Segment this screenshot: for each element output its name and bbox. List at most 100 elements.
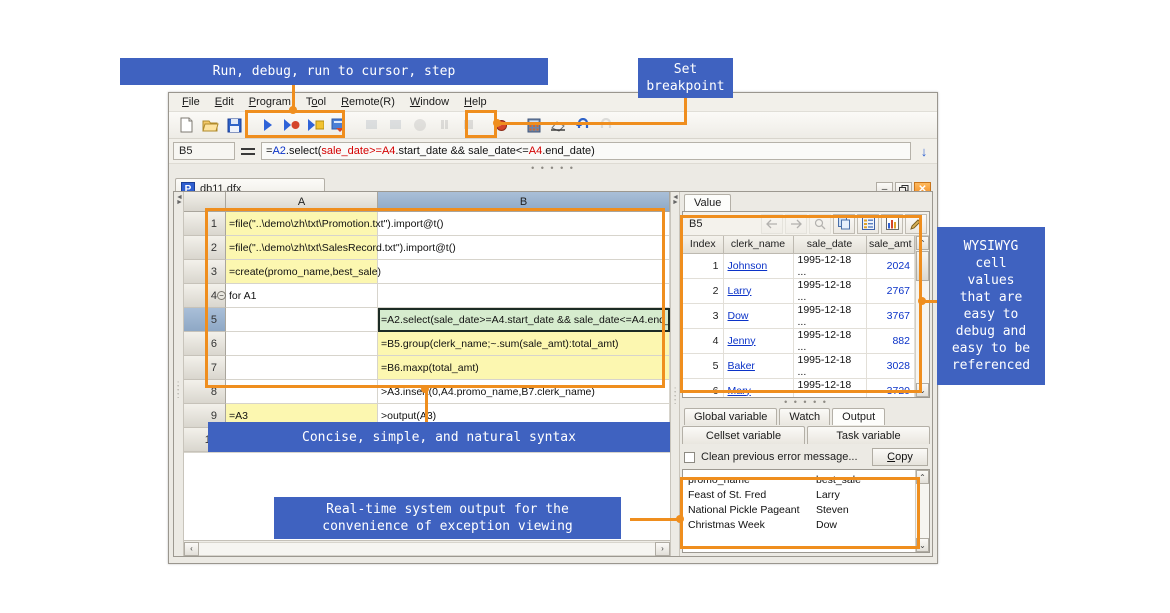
hscroll-track[interactable] [199, 541, 655, 556]
output-line: promo_name best_sale [688, 473, 910, 488]
menu-item-file[interactable]: File [175, 94, 207, 110]
splitter-grip-dots[interactable]: :::: [674, 386, 676, 406]
chevron-down-icon[interactable]: ↓ [915, 144, 933, 159]
col-sale-date[interactable]: sale_date [793, 236, 867, 254]
run-icon[interactable] [256, 115, 278, 136]
cell-a1[interactable]: =file("..\demo\zh\txt\Promotion.txt").im… [226, 212, 443, 236]
cell-a8[interactable] [226, 380, 378, 404]
cell-a3[interactable]: =create(promo_name,best_sale) [226, 260, 381, 284]
cell-clerk-name[interactable]: Jenny [723, 328, 794, 354]
cell-clerk-name[interactable]: Larry [723, 278, 794, 304]
cell-a7[interactable] [226, 356, 378, 380]
row-header-6[interactable]: 6 [184, 332, 226, 356]
cell-clerk-name[interactable]: Johnson [723, 253, 794, 279]
tab-task-variable[interactable]: Task variable [807, 426, 930, 444]
gutter-grip-dots[interactable]: :::: [177, 380, 179, 400]
tab-value[interactable]: Value [684, 194, 732, 211]
row-header-8[interactable]: 8 [184, 380, 226, 404]
horizontal-splitter[interactable]: • • • • • [169, 164, 937, 173]
list-icon[interactable] [857, 213, 879, 234]
table-row[interactable]: 2 Larry 1995-12-18 ... 2767 [683, 278, 915, 304]
gutter-collapse-arrows[interactable]: ◄ ► [176, 194, 183, 206]
grid-empty-area[interactable] [184, 452, 670, 453]
row-header-1[interactable]: 1 [184, 212, 226, 236]
output-textarea[interactable]: promo_name best_sale Feast of St. Fred Lar… [682, 469, 930, 553]
cell-a4[interactable]: for A1 [226, 284, 378, 308]
vertical-splitter[interactable]: ◄ ► :::: [670, 192, 680, 556]
scroll-down-icon[interactable]: ⌄ [916, 383, 929, 397]
menu-item-remote[interactable]: Remote(R) [334, 94, 402, 110]
run-to-cursor-icon[interactable] [304, 115, 326, 136]
col-sale-amt[interactable]: sale_amt [866, 236, 915, 254]
debug-icon[interactable] [280, 115, 302, 136]
column-header-b[interactable]: B [378, 192, 670, 212]
table-row[interactable]: 6 Mary 1995-12-18 ... 3720 [683, 378, 915, 397]
grid-horizontal-scrollbar[interactable]: ‹ › [184, 540, 670, 556]
col-index[interactable]: Index [683, 236, 724, 254]
cell-sale-date: 1995-12-18 ... [793, 378, 867, 397]
table-row[interactable]: 4 Jenny 1995-12-18 ... 882 [683, 328, 915, 354]
clean-error-checkbox[interactable] [684, 451, 695, 463]
scroll-left-icon[interactable]: ‹ [184, 541, 199, 556]
undo-icon[interactable] [571, 115, 593, 136]
left-gutter-splitter[interactable]: ◄ ► :::: [174, 192, 184, 556]
cell-clerk-name[interactable]: Dow [723, 303, 794, 329]
tab-global-variable[interactable]: Global variable [684, 408, 778, 425]
row-header-2[interactable]: 2 [184, 236, 226, 260]
cell-b5[interactable]: =A2.select(sale_date>=A4.start_date && s… [378, 308, 670, 332]
redo-icon-dim [595, 115, 617, 136]
cell-b6[interactable]: =B5.group(clerk_name;~.sum(sale_amt):tot… [378, 332, 670, 356]
table-row[interactable]: 5 Baker 1995-12-18 ... 3028 [683, 353, 915, 379]
new-file-icon[interactable] [175, 115, 197, 136]
row-header-3[interactable]: 3 [184, 260, 226, 284]
step-icon[interactable] [328, 115, 350, 136]
back-arrow-icon[interactable] [761, 213, 783, 234]
cell-a2[interactable]: =file("..\demo\zh\txt\SalesRecord.txt").… [226, 236, 456, 260]
cell-b4[interactable] [378, 284, 670, 308]
copy-button[interactable]: Copy [872, 448, 928, 466]
save-disk-icon[interactable] [223, 115, 245, 136]
vscroll-thumb[interactable] [916, 251, 929, 281]
menu-item-edit[interactable]: Edit [208, 94, 241, 110]
eraser-icon[interactable] [547, 115, 569, 136]
output-vertical-scrollbar[interactable]: ⌃ ⌄ [915, 470, 929, 552]
fold-toggle-icon[interactable]: − [217, 291, 226, 300]
row-header-5[interactable]: 5 [184, 308, 226, 332]
cell-b7[interactable]: =B6.maxp(total_amt) [378, 356, 670, 380]
cell-clerk-name[interactable]: Mary [723, 378, 794, 397]
col-clerk-name[interactable]: clerk_name [723, 236, 794, 254]
output-vscroll-track[interactable] [916, 484, 929, 538]
output-scroll-up-icon[interactable]: ⌃ [916, 470, 929, 484]
scroll-up-icon[interactable]: ⌃ [916, 236, 929, 250]
grid-corner-cell[interactable] [184, 192, 226, 212]
table-row[interactable]: 3 Dow 1995-12-18 ... 3767 [683, 303, 915, 329]
open-folder-icon[interactable] [199, 115, 221, 136]
cell-reference-input[interactable]: B5 [173, 142, 235, 160]
table-row[interactable]: 1 Johnson 1995-12-18 ... 2024 [683, 253, 915, 279]
pen-icon[interactable] [905, 213, 927, 234]
right-pane-splitter[interactable]: • • • • • [680, 398, 932, 407]
chart-icon[interactable] [881, 213, 903, 234]
column-header-a[interactable]: A [226, 192, 378, 212]
tab-output[interactable]: Output [832, 408, 886, 425]
output-scroll-down-icon[interactable]: ⌄ [916, 538, 929, 552]
copy-icon[interactable] [833, 213, 855, 234]
row-header-7[interactable]: 7 [184, 356, 226, 380]
cell-a5[interactable] [226, 308, 378, 332]
search-icon[interactable] [809, 213, 831, 234]
menu-item-tool[interactable]: Tool [299, 94, 333, 110]
calc-icon[interactable] [523, 115, 545, 136]
row-header-4[interactable]: 4 − [184, 284, 226, 308]
value-vertical-scrollbar[interactable]: ⌃ ⌄ [915, 236, 929, 397]
scroll-right-icon[interactable]: › [655, 541, 670, 556]
cell-b3[interactable] [378, 260, 670, 284]
tab-cellset-variable[interactable]: Cellset variable [682, 426, 805, 444]
cell-clerk-name[interactable]: Baker [723, 353, 794, 379]
forward-arrow-icon[interactable] [785, 213, 807, 234]
menu-item-window[interactable]: Window [403, 94, 456, 110]
menu-item-help[interactable]: Help [457, 94, 494, 110]
formula-input[interactable]: = A2 .select(sale_date>= A4 .start_date && s… [261, 142, 911, 160]
cell-a6[interactable] [226, 332, 378, 356]
tab-watch[interactable]: Watch [779, 408, 831, 425]
splitter-collapse-arrows[interactable]: ◄ ► [672, 194, 679, 206]
